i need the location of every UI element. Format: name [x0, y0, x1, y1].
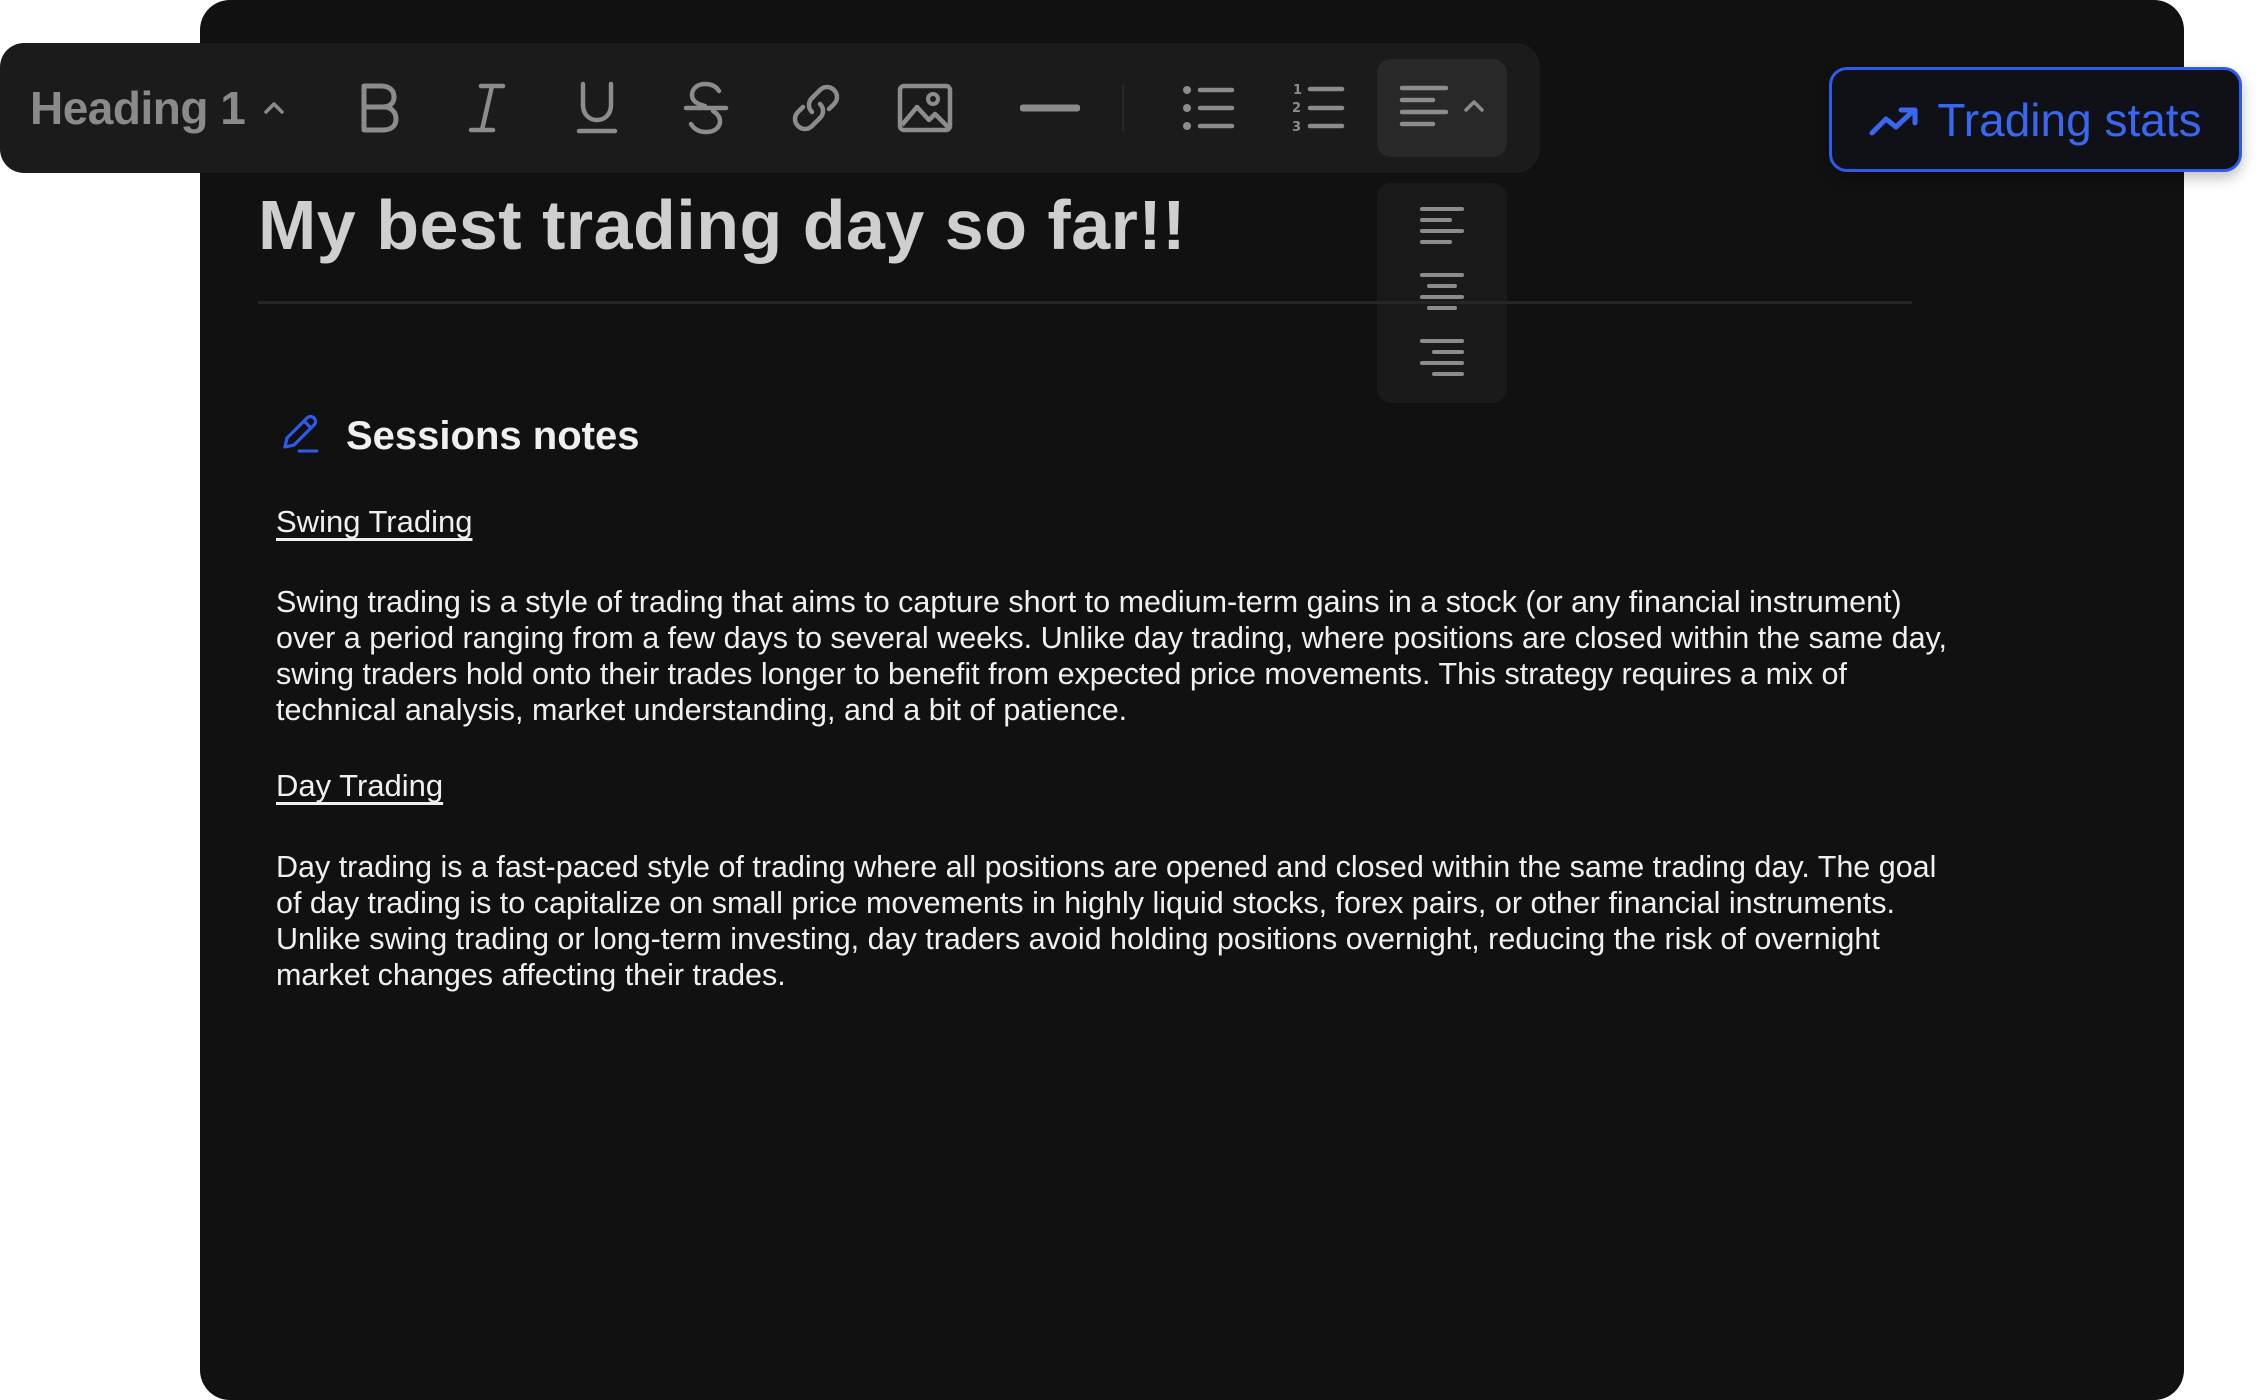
trading-stats-button[interactable]: Trading stats	[1829, 67, 2242, 172]
align-left-icon	[1420, 205, 1464, 250]
svg-text:3: 3	[1292, 120, 1301, 135]
bullet-list-icon[interactable]	[1158, 57, 1260, 159]
heading-level-label: Heading 1	[30, 82, 246, 134]
title-divider	[258, 301, 1912, 304]
svg-text:2: 2	[1292, 101, 1301, 116]
trading-stats-label: Trading stats	[1937, 93, 2202, 146]
document-title[interactable]: My best trading day so far!!	[258, 185, 1186, 265]
toolbar-divider	[1122, 85, 1124, 131]
subsection-heading-day[interactable]: Day Trading	[276, 768, 443, 804]
heading-level-select[interactable]: Heading 1	[30, 57, 285, 159]
align-right-option[interactable]	[1377, 326, 1507, 392]
align-menu	[1377, 183, 1507, 403]
horizontal-rule-icon[interactable]	[999, 57, 1101, 159]
bold-icon[interactable]	[327, 57, 429, 159]
align-center-option[interactable]	[1377, 260, 1507, 326]
strikethrough-icon[interactable]	[655, 57, 757, 159]
numbered-list-icon[interactable]: 1 2 3	[1268, 57, 1370, 159]
link-icon[interactable]	[765, 57, 867, 159]
underline-icon[interactable]	[546, 57, 648, 159]
chevron-up-icon	[1463, 99, 1485, 118]
subsection-text-swing: Swing trading is a style of trading that…	[276, 585, 1948, 727]
pencil-icon	[280, 414, 320, 459]
align-center-icon	[1420, 271, 1464, 316]
image-icon[interactable]	[874, 57, 976, 159]
chevron-up-icon	[263, 101, 285, 115]
align-left-icon	[1399, 83, 1449, 134]
align-dropdown-button[interactable]	[1377, 59, 1507, 157]
italic-icon[interactable]	[436, 57, 538, 159]
subsection-heading-swing[interactable]: Swing Trading	[276, 504, 472, 540]
subsection-text-day: Day trading is a fast-paced style of tra…	[276, 850, 1937, 992]
trending-up-icon	[1869, 93, 1919, 147]
align-right-icon	[1420, 337, 1464, 382]
svg-text:1: 1	[1293, 83, 1302, 98]
section-title: Sessions notes	[346, 413, 640, 458]
section-header: Sessions notes	[280, 410, 639, 462]
formatting-toolbar: Heading 1 1 2 3	[0, 43, 1540, 173]
align-left-option[interactable]	[1377, 194, 1507, 260]
